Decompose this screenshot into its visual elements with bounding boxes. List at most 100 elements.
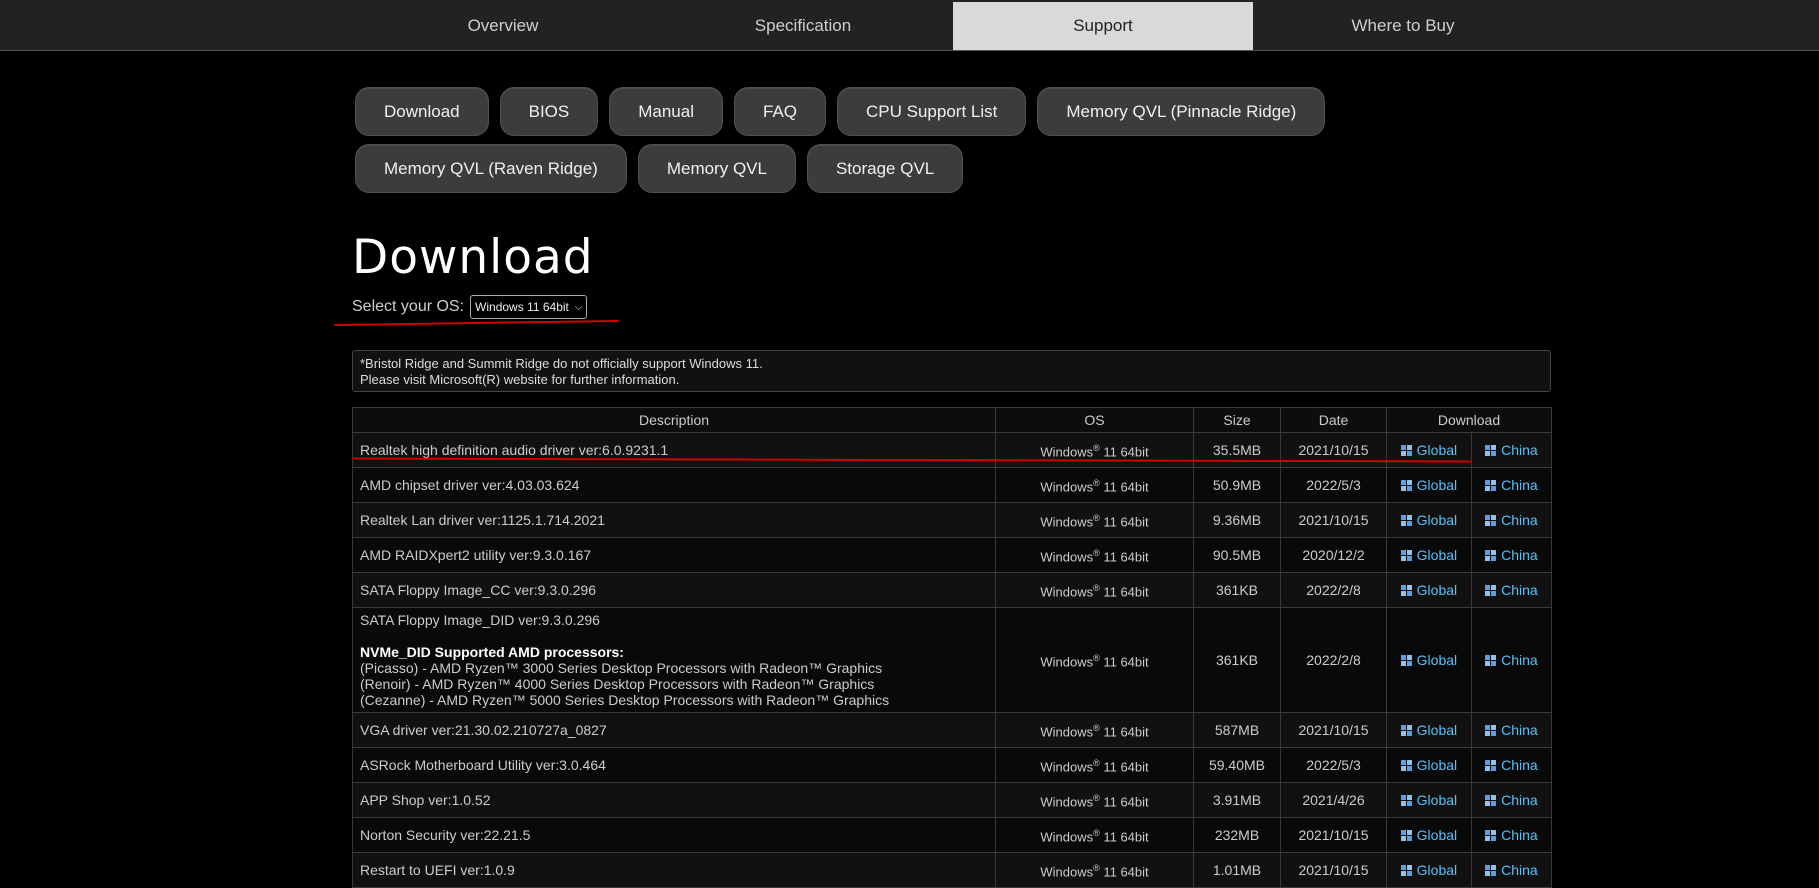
china-download-cell: China bbox=[1470, 502, 1553, 538]
row-date: 2022/5/3 bbox=[1280, 467, 1387, 503]
faq-button[interactable]: FAQ bbox=[734, 87, 827, 136]
row-os: Windows® 11 64bit bbox=[995, 817, 1194, 853]
global-link-label: Global bbox=[1416, 442, 1458, 458]
registered-mark: ® bbox=[1093, 513, 1100, 524]
global-download-link[interactable]: Global bbox=[1400, 442, 1458, 458]
row-date: 2020/12/2 bbox=[1280, 537, 1387, 573]
china-download-link[interactable]: China bbox=[1485, 757, 1538, 773]
bios-button[interactable]: BIOS bbox=[499, 87, 599, 136]
row-os: Windows® 11 64bit bbox=[995, 852, 1194, 888]
os-version: 11 64bit bbox=[1099, 724, 1149, 740]
os-notice: *Bristol Ridge and Summit Ridge do not o… bbox=[352, 350, 1551, 392]
global-download-cell: Global bbox=[1386, 747, 1472, 783]
registered-mark: ® bbox=[1093, 478, 1100, 489]
windows-icon bbox=[1485, 585, 1497, 596]
table-row: Realtek Lan driver ver:1125.1.714.2021 Wi… bbox=[352, 502, 1553, 538]
tab-specification[interactable]: Specification bbox=[653, 2, 953, 50]
windows-icon bbox=[1485, 480, 1497, 491]
global-download-link[interactable]: Global bbox=[1400, 792, 1457, 808]
china-download-link[interactable]: China bbox=[1485, 722, 1538, 738]
row-date: 2021/10/15 bbox=[1280, 712, 1387, 748]
row-os: Windows® 11 64bit bbox=[995, 432, 1194, 468]
top-nav-tabs: Overview Specification Support Where to … bbox=[353, 2, 1553, 50]
table-row: Restart to UEFI ver:1.0.9 Windows® 11 64b… bbox=[352, 852, 1553, 888]
windows-icon bbox=[1485, 795, 1497, 806]
global-download-link[interactable]: Global bbox=[1400, 547, 1457, 563]
os-version: 11 64bit bbox=[1099, 444, 1149, 460]
row-size: 361KB bbox=[1193, 607, 1281, 713]
tab-where-to-buy[interactable]: Where to Buy bbox=[1253, 2, 1553, 50]
row-description: AMD RAIDXpert2 utility ver:9.3.0.167 bbox=[352, 537, 996, 573]
page-title: Download bbox=[352, 230, 594, 285]
row-os: Windows® 11 64bit bbox=[995, 782, 1194, 818]
memory-qvl-button[interactable]: Memory QVL bbox=[637, 144, 796, 193]
global-download-link[interactable]: Global bbox=[1400, 862, 1457, 878]
global-download-link[interactable]: Global bbox=[1400, 477, 1457, 493]
china-download-link[interactable]: China bbox=[1485, 652, 1538, 668]
china-download-link[interactable]: China bbox=[1485, 442, 1538, 458]
os-name: Windows bbox=[1040, 759, 1094, 775]
row-date: 2021/10/15 bbox=[1280, 852, 1387, 888]
os-version: 11 64bit bbox=[1099, 864, 1149, 880]
row-description: AMD chipset driver ver:4.03.03.624 bbox=[352, 467, 996, 503]
china-download-link[interactable]: China bbox=[1485, 582, 1538, 598]
table-row: Realtek high definition audio driver ver… bbox=[352, 432, 1553, 468]
os-version: 11 64bit bbox=[1099, 479, 1149, 495]
row-os: Windows® 11 64bit bbox=[995, 467, 1194, 503]
manual-button[interactable]: Manual bbox=[609, 87, 723, 136]
row-date: 2022/2/8 bbox=[1280, 572, 1387, 608]
windows-icon bbox=[1400, 550, 1412, 561]
row-date: 2022/2/8 bbox=[1280, 607, 1387, 713]
china-link-label: China bbox=[1501, 827, 1538, 843]
global-download-link[interactable]: Global bbox=[1400, 512, 1457, 528]
china-download-cell: China bbox=[1470, 852, 1553, 888]
china-download-cell: China bbox=[1470, 782, 1553, 818]
row-size: 35.5MB bbox=[1193, 432, 1281, 468]
global-download-cell: Global bbox=[1386, 607, 1472, 713]
china-link-label: China bbox=[1501, 582, 1538, 598]
global-download-cell: Global bbox=[1386, 817, 1472, 853]
download-button[interactable]: Download bbox=[355, 87, 489, 136]
global-download-link[interactable]: Global bbox=[1400, 582, 1457, 598]
storage-qvl-button[interactable]: Storage QVL bbox=[806, 144, 964, 193]
windows-icon bbox=[1400, 585, 1412, 596]
memory-qvl-pinnacle-ridge-button[interactable]: Memory QVL (Pinnacle Ridge) bbox=[1037, 87, 1326, 136]
china-download-link[interactable]: China bbox=[1485, 862, 1538, 878]
china-download-link[interactable]: China bbox=[1485, 512, 1538, 528]
detail-title: NVMe_DID Supported AMD processors: bbox=[360, 644, 624, 660]
china-download-link[interactable]: China bbox=[1485, 792, 1538, 808]
os-select-dropdown[interactable]: Windows 11 64bit ⌵ bbox=[470, 295, 588, 319]
row-description: Restart to UEFI ver:1.0.9 bbox=[352, 852, 996, 888]
global-download-link[interactable]: Global bbox=[1400, 757, 1457, 773]
registered-mark: ® bbox=[1093, 793, 1100, 804]
china-download-cell: China bbox=[1470, 572, 1553, 608]
windows-icon bbox=[1485, 760, 1497, 771]
china-download-cell: China bbox=[1470, 817, 1553, 853]
china-download-link[interactable]: China bbox=[1485, 477, 1538, 493]
tab-support[interactable]: Support bbox=[953, 2, 1253, 50]
row-size: 232MB bbox=[1193, 817, 1281, 853]
column-size: Size bbox=[1193, 407, 1281, 433]
row-description: Realtek high definition audio driver ver… bbox=[352, 432, 996, 468]
global-download-cell: Global bbox=[1386, 572, 1472, 608]
china-download-link[interactable]: China bbox=[1485, 547, 1538, 563]
cpu-support-list-button[interactable]: CPU Support List bbox=[837, 87, 1027, 136]
table-row: APP Shop ver:1.0.52 Windows® 11 64bit 3.91… bbox=[352, 782, 1553, 818]
registered-mark: ® bbox=[1093, 723, 1100, 734]
china-download-link[interactable]: China bbox=[1485, 827, 1538, 843]
row-os: Windows® 11 64bit bbox=[995, 747, 1194, 783]
tab-overview[interactable]: Overview bbox=[353, 2, 653, 50]
windows-icon bbox=[1485, 865, 1497, 876]
global-download-link[interactable]: Global bbox=[1400, 827, 1457, 843]
global-download-link[interactable]: Global bbox=[1400, 652, 1457, 668]
row-size: 90.5MB bbox=[1193, 537, 1281, 573]
table-row: Norton Security ver:22.21.5 Windows® 11 6… bbox=[352, 817, 1553, 853]
os-name: Windows bbox=[1040, 549, 1094, 565]
memory-qvl-raven-ridge-button[interactable]: Memory QVL (Raven Ridge) bbox=[355, 144, 627, 193]
china-link-label: China bbox=[1501, 547, 1538, 563]
support-subnav: Download BIOS Manual FAQ CPU Support Lis… bbox=[355, 87, 1355, 201]
row-description: ASRock Motherboard Utility ver:3.0.464 bbox=[352, 747, 996, 783]
table-row: VGA driver ver:21.30.02.210727a_0827 Wind… bbox=[352, 712, 1553, 748]
os-select-value: Windows 11 64bit bbox=[475, 300, 569, 314]
global-download-link[interactable]: Global bbox=[1400, 722, 1457, 738]
